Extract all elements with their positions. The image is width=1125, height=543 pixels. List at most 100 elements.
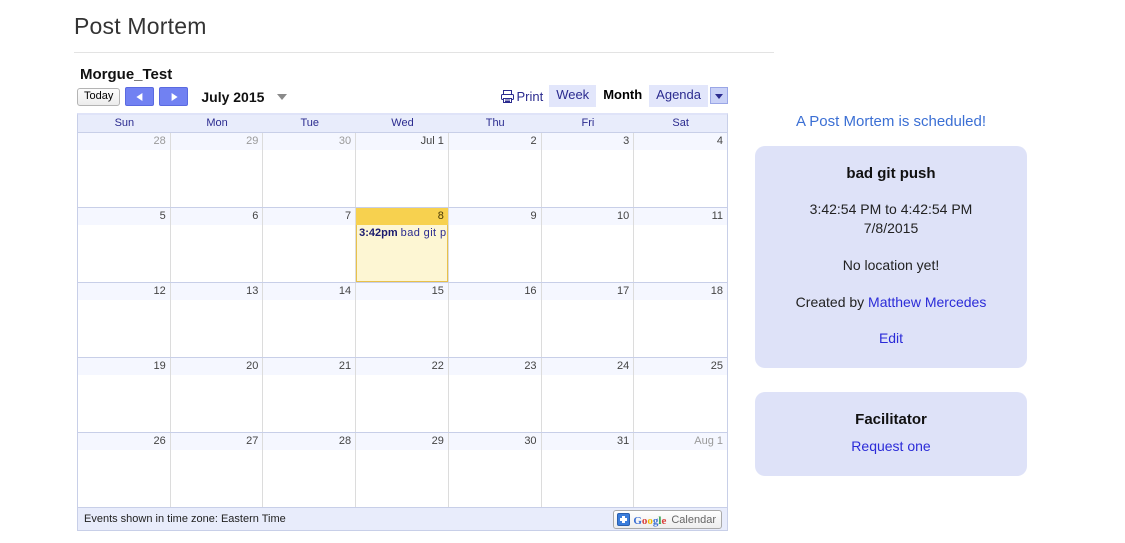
calendar-day-cell[interactable]: 28	[263, 433, 357, 507]
day-of-week-thu: Thu	[485, 117, 505, 129]
calendar-day-cell[interactable]: Aug 1	[634, 433, 727, 507]
calendar-day-cell[interactable]: 26	[78, 433, 171, 507]
calendar-day-cell[interactable]: 3	[541, 133, 635, 207]
day-number: Aug 1	[634, 433, 727, 450]
calendar-day-cell[interactable]: 20	[170, 358, 264, 432]
calendar-week-row: 26 27 28 29 30 31 Aug 1	[78, 433, 727, 507]
printer-icon	[501, 89, 515, 103]
day-number: 12	[78, 283, 170, 300]
calendar-day-cell[interactable]: 16	[448, 283, 542, 357]
day-number: 18	[634, 283, 727, 300]
calendar-day-cell[interactable]: 15	[356, 283, 449, 357]
day-number: 9	[448, 208, 541, 225]
tab-week[interactable]: Week	[549, 85, 597, 107]
day-number: 16	[448, 283, 541, 300]
day-number: 4	[634, 133, 727, 150]
day-number: 29	[170, 133, 263, 150]
calendar-toolbar: Today July 2015 Print Week Month Agenda	[77, 85, 728, 109]
calendar-event[interactable]: 3:42pm bad git p	[356, 225, 448, 241]
calendar-day-cell[interactable]: 13	[170, 283, 264, 357]
event-date: 7/8/2015	[863, 220, 919, 236]
plus-icon	[617, 513, 631, 526]
edit-event-link[interactable]: Edit	[879, 330, 903, 346]
event-title: bad git push	[846, 165, 936, 182]
day-number: 28	[263, 433, 356, 450]
day-number: 7	[263, 208, 356, 225]
calendar-event-title: bad git p	[400, 227, 447, 239]
day-of-week-fri: Fri	[581, 117, 595, 129]
day-number: 21	[263, 358, 356, 375]
day-number: 8	[356, 208, 448, 225]
next-month-button[interactable]	[159, 87, 189, 106]
calendar-day-cell[interactable]: 9	[448, 208, 542, 282]
calendar-grid: Sun Mon Tue Wed Thu Fri Sat 28 29 30 Jul 12345678…	[77, 113, 728, 508]
request-facilitator-link[interactable]: Request one	[851, 438, 930, 454]
event-location: No location yet!	[842, 257, 940, 273]
tab-month[interactable]: Month	[596, 85, 650, 107]
calendar-name: Morgue_Test	[80, 66, 173, 83]
facilitator-card: Facilitator Request one	[755, 392, 1027, 476]
day-number: 29	[356, 433, 448, 450]
day-number: 19	[78, 358, 170, 375]
calendar-day-cell[interactable]: 28	[78, 133, 171, 207]
facilitator-title: Facilitator	[855, 411, 927, 428]
calendar-day-cell[interactable]: 17	[541, 283, 635, 357]
google-calendar-badge[interactable]: Google Calendar	[613, 510, 722, 529]
calendar-day-cell[interactable]: 30	[263, 133, 357, 207]
schedule-status-heading: A Post Mortem is scheduled!	[795, 113, 987, 130]
creator-link[interactable]: Matthew Mercedes	[868, 294, 986, 310]
day-number: 5	[78, 208, 170, 225]
print-label: Print	[516, 88, 544, 104]
day-number: 23	[448, 358, 541, 375]
chevron-down-icon[interactable]	[277, 93, 288, 100]
calendar-day-cell[interactable]: 18	[634, 283, 727, 357]
calendar-day-cell[interactable]: 24	[541, 358, 635, 432]
day-number: 17	[541, 283, 634, 300]
calendar-day-cell[interactable]: 21	[263, 358, 357, 432]
calendar-day-cell[interactable]: 22	[356, 358, 449, 432]
calendar-day-cell[interactable]: 31	[541, 433, 635, 507]
view-options-dropdown-icon[interactable]	[710, 87, 728, 104]
calendar-day-cell[interactable]: 4	[634, 133, 727, 207]
calendar-day-cell[interactable]: Jul 1	[356, 133, 449, 207]
event-time-range: 3:42:54 PM to 4:42:54 PM	[809, 201, 973, 217]
calendar-day-cell[interactable]: 27	[170, 433, 264, 507]
day-number: 25	[634, 358, 727, 375]
calendar-day-cell[interactable]: 6	[170, 208, 264, 282]
calendar-day-cell[interactable]: 2	[448, 133, 542, 207]
day-number: 26	[78, 433, 170, 450]
calendar-day-cell[interactable]: 14	[263, 283, 357, 357]
calendar-day-cell[interactable]: 12	[78, 283, 171, 357]
event-creator-line: Created by Matthew Mercedes	[769, 293, 1013, 312]
calendar-day-cell[interactable]: 10	[541, 208, 635, 282]
page-header: Post Mortem	[74, 12, 774, 53]
day-of-week-sat: Sat	[672, 117, 689, 129]
calendar-day-cell[interactable]: 25	[634, 358, 727, 432]
day-number: 3	[541, 133, 634, 150]
day-number: 30	[263, 133, 356, 150]
day-of-week-sun: Sun	[114, 117, 135, 129]
day-of-week-tue: Tue	[300, 117, 320, 129]
calendar-day-cell[interactable]: 8 3:42pm bad git p	[356, 208, 449, 282]
day-number: 27	[170, 433, 263, 450]
calendar-day-cell[interactable]: 30	[448, 433, 542, 507]
calendar-day-cell[interactable]: 5	[78, 208, 171, 282]
calendar-day-cell[interactable]: 19	[78, 358, 171, 432]
calendar-day-cell[interactable]: 23	[448, 358, 542, 432]
calendar-day-cell[interactable]: 29	[170, 133, 264, 207]
today-button[interactable]: Today	[77, 87, 121, 106]
calendar-day-cell[interactable]: 11	[634, 208, 727, 282]
google-calendar-label: Calendar	[671, 513, 716, 526]
day-of-week-header-row: Sun Mon Tue Wed Thu Fri Sat	[78, 115, 727, 133]
calendar-day-cell[interactable]: 7	[263, 208, 357, 282]
created-by-prefix: Created by	[795, 294, 869, 310]
day-number: 2	[448, 133, 541, 150]
previous-month-button[interactable]	[125, 87, 155, 106]
day-number: Jul 1	[356, 133, 448, 150]
tab-agenda[interactable]: Agenda	[649, 85, 708, 107]
calendar-day-cell[interactable]: 29	[356, 433, 449, 507]
header-divider	[74, 52, 774, 53]
day-of-week-wed: Wed	[391, 117, 414, 129]
print-button[interactable]: Print	[500, 85, 549, 107]
